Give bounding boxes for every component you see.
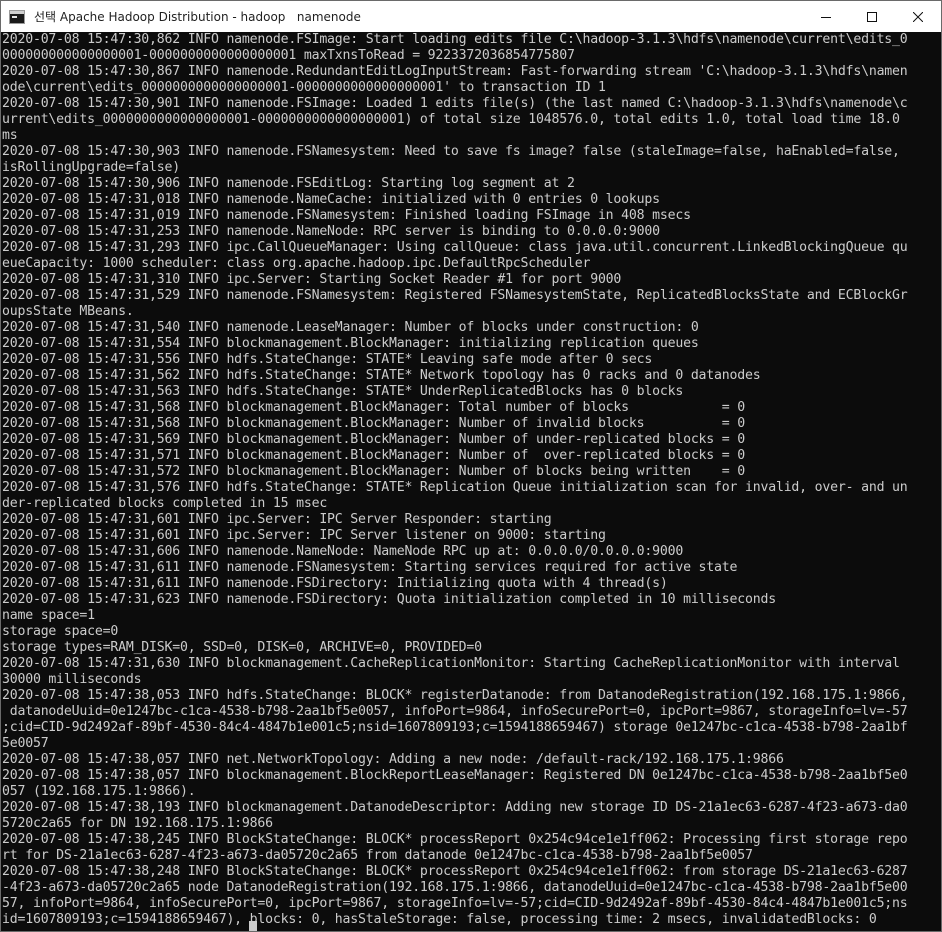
console-line: 2020-07-08 15:47:30,903 INFO namenode.FS… (2, 144, 900, 159)
console-line: 2020-07-08 15:47:31,554 INFO blockmanage… (2, 336, 699, 351)
console-window: 선택 Apache Hadoop Distribution - hadoop n… (0, 0, 942, 932)
console-line: 2020-07-08 15:47:31,568 INFO blockmanage… (2, 416, 745, 431)
close-button[interactable] (895, 1, 941, 32)
console-line: 2020-07-08 15:47:31,253 INFO namenode.Na… (2, 224, 660, 239)
console-line: 2020-07-08 15:47:31,018 INFO namenode.Na… (2, 192, 660, 207)
console-line: rt for DS-21a1ec63-6287-4f23-a673-da0572… (2, 848, 753, 863)
console-line: 2020-07-08 15:47:31,556 INFO hdfs.StateC… (2, 352, 653, 367)
console-line: ode\current\edits_0000000000000000001-00… (2, 80, 606, 95)
console-line: 57, infoPort=9864, infoSecurePort=0, ipc… (2, 896, 908, 911)
maximize-button[interactable] (849, 1, 895, 32)
console-line: 2020-07-08 15:47:31,563 INFO hdfs.StateC… (2, 384, 684, 399)
console-line: 2020-07-08 15:47:38,057 INFO net.Network… (2, 752, 784, 767)
console-line: 2020-07-08 15:47:31,606 INFO namenode.Na… (2, 544, 684, 559)
console-line: eueCapacity: 1000 scheduler: class org.a… (2, 256, 591, 271)
title-bar[interactable]: 선택 Apache Hadoop Distribution - hadoop n… (1, 1, 941, 32)
console-line: 2020-07-08 15:47:31,601 INFO ipc.Server:… (2, 528, 606, 543)
console-line: isRollingUpgrade=false) (2, 160, 181, 175)
console-line: 2020-07-08 15:47:31,568 INFO blockmanage… (2, 400, 745, 415)
minimize-button[interactable] (803, 1, 849, 32)
console-line: 2020-07-08 15:47:31,293 INFO ipc.CallQue… (2, 240, 908, 255)
console-line: 2020-07-08 15:47:38,053 INFO hdfs.StateC… (2, 688, 908, 703)
console-line: 057 (192.168.175.1:9866). (2, 784, 196, 799)
console-line: 2020-07-08 15:47:31,529 INFO namenode.FS… (2, 288, 908, 303)
console-line: 2020-07-08 15:47:31,601 INFO ipc.Server:… (2, 512, 552, 527)
console-line: 2020-07-08 15:47:31,310 INFO ipc.Server:… (2, 272, 622, 287)
console-output[interactable]: 2020-07-08 15:47:30,862 INFO namenode.FS… (1, 32, 941, 931)
console-line: 2020-07-08 15:47:31,569 INFO blockmanage… (2, 432, 745, 447)
console-line: 2020-07-08 15:47:31,562 INFO hdfs.StateC… (2, 368, 761, 383)
console-line: name space=1 (2, 608, 95, 623)
console-line: 2020-07-08 15:47:30,862 INFO namenode.FS… (2, 32, 908, 47)
console-line: 2020-07-08 15:47:31,571 INFO blockmanage… (2, 448, 745, 463)
console-line: 2020-07-08 15:47:38,057 INFO blockmanage… (2, 768, 908, 783)
console-line: 2020-07-08 15:47:31,540 INFO namenode.Le… (2, 320, 699, 335)
console-line: 2020-07-08 15:47:30,906 INFO namenode.FS… (2, 176, 575, 191)
console-line: 2020-07-08 15:47:38,193 INFO blockmanage… (2, 800, 908, 815)
console-line: id=1607809193;c=1594188659467), blocks: … (2, 912, 877, 927)
console-line: storage space=0 (2, 624, 119, 639)
console-line: 2020-07-08 15:47:38,248 INFO BlockStateC… (2, 864, 908, 879)
console-line: 2020-07-08 15:47:30,901 INFO namenode.FS… (2, 96, 908, 111)
console-line: 2020-07-08 15:47:30,867 INFO namenode.Re… (2, 64, 908, 79)
console-log-text: 2020-07-08 15:47:30,862 INFO namenode.FS… (1, 32, 941, 928)
console-line: ms (2, 128, 18, 143)
console-line: datanodeUuid=0e1247bc-c1ca-4538-b798-2aa… (2, 704, 908, 719)
console-line: 2020-07-08 15:47:31,576 INFO hdfs.StateC… (2, 480, 908, 495)
console-line: 2020-07-08 15:47:31,572 INFO blockmanage… (2, 464, 745, 479)
console-line: 2020-07-08 15:47:38,245 INFO BlockStateC… (2, 832, 908, 847)
console-line: 2020-07-08 15:47:31,623 INFO namenode.FS… (2, 592, 776, 607)
minimize-icon (821, 16, 831, 18)
maximize-icon (867, 11, 877, 22)
console-line: 2020-07-08 15:47:31,611 INFO namenode.FS… (2, 560, 738, 575)
console-line: 2020-07-08 15:47:31,019 INFO namenode.FS… (2, 208, 691, 223)
console-line: oupsState MBeans. (2, 304, 134, 319)
text-cursor (249, 921, 257, 931)
console-app-icon[interactable] (9, 9, 25, 24)
console-line: 30000 milliseconds (2, 672, 142, 687)
console-line: 000000000000000001-0000000000000000001 m… (2, 48, 575, 63)
console-line: 5720c2a65 for DN 192.168.175.1:9866 (2, 816, 273, 831)
console-line: 2020-07-08 15:47:31,611 INFO namenode.FS… (2, 576, 668, 591)
console-line: urrent\edits_0000000000000000001-0000000… (2, 112, 900, 127)
close-icon (913, 11, 923, 22)
window-title: 선택 Apache Hadoop Distribution - hadoop n… (34, 10, 361, 24)
console-line: storage types=RAM_DISK=0, SSD=0, DISK=0,… (2, 640, 482, 655)
console-line: 5e0057 (2, 736, 49, 751)
console-line: 2020-07-08 15:47:31,630 INFO blockmanage… (2, 656, 900, 671)
window-controls (803, 1, 941, 32)
console-line: der-replicated blocks completed in 15 ms… (2, 496, 328, 511)
console-line: ;cid=CID-9d2492af-89bf-4530-84c4-4847b1e… (2, 720, 908, 735)
console-line: -4f23-a673-da05720c2a65 node DatanodeReg… (2, 880, 908, 895)
